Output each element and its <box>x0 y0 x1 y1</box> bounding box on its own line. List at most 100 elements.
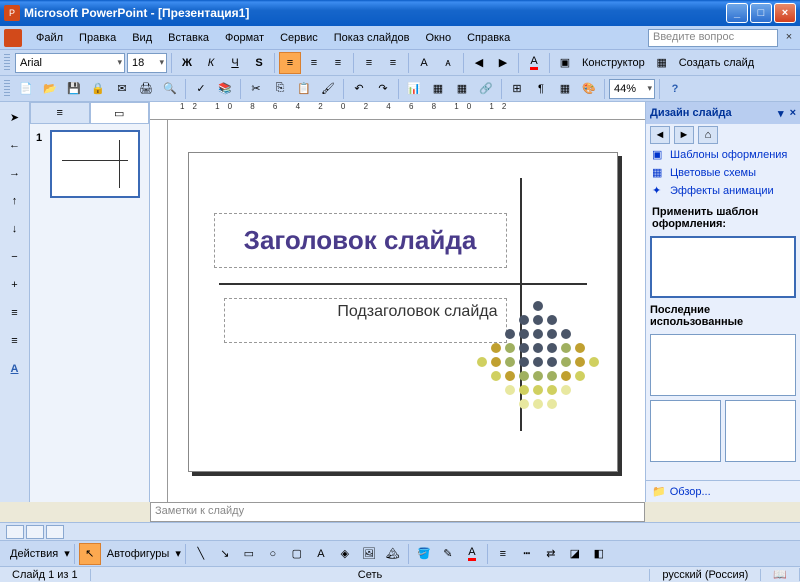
align-right-button[interactable]: ≡ <box>327 52 349 74</box>
menu-file[interactable]: Файл <box>28 30 71 46</box>
font-color-button[interactable]: A <box>461 543 483 565</box>
line-style-button[interactable]: ≡ <box>492 543 514 565</box>
picture-button[interactable]: 🏔 <box>382 543 404 565</box>
new-button[interactable]: 📄 <box>15 78 37 100</box>
home-button[interactable]: ⌂ <box>698 126 718 144</box>
arrow-icon[interactable]: ➤ <box>4 106 26 128</box>
tables-borders-button[interactable]: ▦ <box>451 78 473 100</box>
menu-tools[interactable]: Сервис <box>272 30 326 46</box>
decrease-indent-button[interactable]: ◀ <box>468 52 490 74</box>
menu-slideshow[interactable]: Показ слайдов <box>326 30 418 46</box>
menu-window[interactable]: Окно <box>418 30 460 46</box>
arrow-button[interactable]: ↘ <box>214 543 236 565</box>
slide-canvas[interactable]: Заголовок слайда Подзаголовок слайда <box>188 152 618 472</box>
increase-indent-button[interactable]: ▶ <box>492 52 514 74</box>
outline-tab[interactable]: ≡ <box>30 102 90 123</box>
color-schemes-link[interactable]: ▦Цветовые схемы <box>646 164 800 182</box>
collapse-icon[interactable]: − <box>4 246 26 268</box>
bold-button[interactable]: Ж <box>176 52 198 74</box>
promote-icon[interactable]: ← <box>4 134 26 156</box>
animation-link[interactable]: ✦Эффекты анимации <box>646 182 800 200</box>
paste-button[interactable]: 📋 <box>293 78 315 100</box>
doc-close-button[interactable]: × <box>782 31 796 45</box>
ask-question-box[interactable]: Введите вопрос <box>648 29 778 47</box>
permission-button[interactable]: 🔒 <box>87 78 109 100</box>
zoom-combo[interactable]: 44% <box>609 79 655 99</box>
title-placeholder[interactable]: Заголовок слайда <box>214 213 507 268</box>
copy-button[interactable]: ⎘ <box>269 78 291 100</box>
back-button[interactable]: ◄ <box>650 126 670 144</box>
font-combo[interactable]: Arial <box>15 53 125 73</box>
move-up-icon[interactable]: ↑ <box>4 190 26 212</box>
align-left-button[interactable]: ≡ <box>279 52 301 74</box>
forward-button[interactable]: ► <box>674 126 694 144</box>
demote-icon[interactable]: → <box>4 162 26 184</box>
menu-insert[interactable]: Вставка <box>160 30 217 46</box>
design-template-3[interactable] <box>650 400 721 462</box>
research-button[interactable]: 📚 <box>214 78 236 100</box>
design-template-2[interactable] <box>650 334 796 396</box>
actions-menu[interactable]: Действия <box>6 548 62 560</box>
increase-font-button[interactable]: A <box>413 52 435 74</box>
normal-view-button[interactable] <box>6 525 24 539</box>
hyperlink-button[interactable]: 🔗 <box>475 78 497 100</box>
design-template-4[interactable] <box>725 400 796 462</box>
format-painter-button[interactable]: 🖌 <box>317 78 339 100</box>
move-down-icon[interactable]: ↓ <box>4 218 26 240</box>
text-color-icon[interactable]: A <box>4 358 26 380</box>
color-button[interactable]: 🎨 <box>578 78 600 100</box>
help-button[interactable]: ? <box>664 78 686 100</box>
menu-view[interactable]: Вид <box>124 30 160 46</box>
chart-button[interactable]: 📊 <box>403 78 425 100</box>
autoshapes-menu[interactable]: Автофигуры <box>103 548 174 560</box>
rectangle-button[interactable]: ▭ <box>238 543 260 565</box>
3d-button[interactable]: ◧ <box>588 543 610 565</box>
line-button[interactable]: ╲ <box>190 543 212 565</box>
shadow-button[interactable]: ◪ <box>564 543 586 565</box>
line-color-button[interactable]: ✎ <box>437 543 459 565</box>
new-slide-button[interactable]: ▦ <box>651 52 673 74</box>
underline-button[interactable]: Ч <box>224 52 246 74</box>
show-formatting-button[interactable]: ¶ <box>530 78 552 100</box>
menu-format[interactable]: Формат <box>217 30 272 46</box>
taskpane-dropdown-icon[interactable]: ▾ <box>778 107 784 120</box>
menu-help[interactable]: Справка <box>459 30 518 46</box>
font-size-combo[interactable]: 18 <box>127 53 167 73</box>
menu-edit[interactable]: Правка <box>71 30 124 46</box>
language-indicator[interactable]: русский (Россия) <box>650 569 761 581</box>
grid-button[interactable]: ▦ <box>554 78 576 100</box>
subtitle-placeholder[interactable]: Подзаголовок слайда <box>224 298 507 343</box>
decrease-font-button[interactable]: ᴀ <box>437 52 459 74</box>
expand-icon[interactable]: + <box>4 274 26 296</box>
spelling-button[interactable]: ✓ <box>190 78 212 100</box>
dash-style-button[interactable]: ┅ <box>516 543 538 565</box>
align-center-button[interactable]: ≡ <box>303 52 325 74</box>
redo-button[interactable]: ↷ <box>372 78 394 100</box>
design-template-1[interactable] <box>650 236 796 298</box>
new-slide-label[interactable]: Создать слайд <box>675 57 758 69</box>
minimize-button[interactable]: _ <box>726 3 748 23</box>
slides-tab[interactable]: ▭ <box>90 102 150 123</box>
clipart-button[interactable]: 🖼 <box>358 543 380 565</box>
shadow-button[interactable]: S <box>248 52 270 74</box>
arrow-style-button[interactable]: ⇄ <box>540 543 562 565</box>
templates-link[interactable]: ▣Шаблоны оформления <box>646 146 800 164</box>
print-button[interactable]: 🖨 <box>135 78 157 100</box>
designer-label[interactable]: Конструктор <box>578 57 649 69</box>
open-button[interactable]: 📂 <box>39 78 61 100</box>
summary-icon[interactable]: ≡ <box>4 302 26 324</box>
notes-pane[interactable]: Заметки к слайду <box>150 502 645 522</box>
undo-button[interactable]: ↶ <box>348 78 370 100</box>
select-button[interactable]: ↖ <box>79 543 101 565</box>
preview-button[interactable]: 🔍 <box>159 78 181 100</box>
font-color-button[interactable]: A <box>523 52 545 74</box>
save-button[interactable]: 💾 <box>63 78 85 100</box>
expand-button[interactable]: ⊞ <box>506 78 528 100</box>
browse-link[interactable]: 📁Обзор... <box>646 480 800 502</box>
close-button[interactable]: × <box>774 3 796 23</box>
design-button[interactable]: ▣ <box>554 52 576 74</box>
cut-button[interactable]: ✂ <box>245 78 267 100</box>
fill-color-button[interactable]: 🪣 <box>413 543 435 565</box>
table-button[interactable]: ▦ <box>427 78 449 100</box>
taskpane-close-button[interactable]: × <box>790 107 796 119</box>
